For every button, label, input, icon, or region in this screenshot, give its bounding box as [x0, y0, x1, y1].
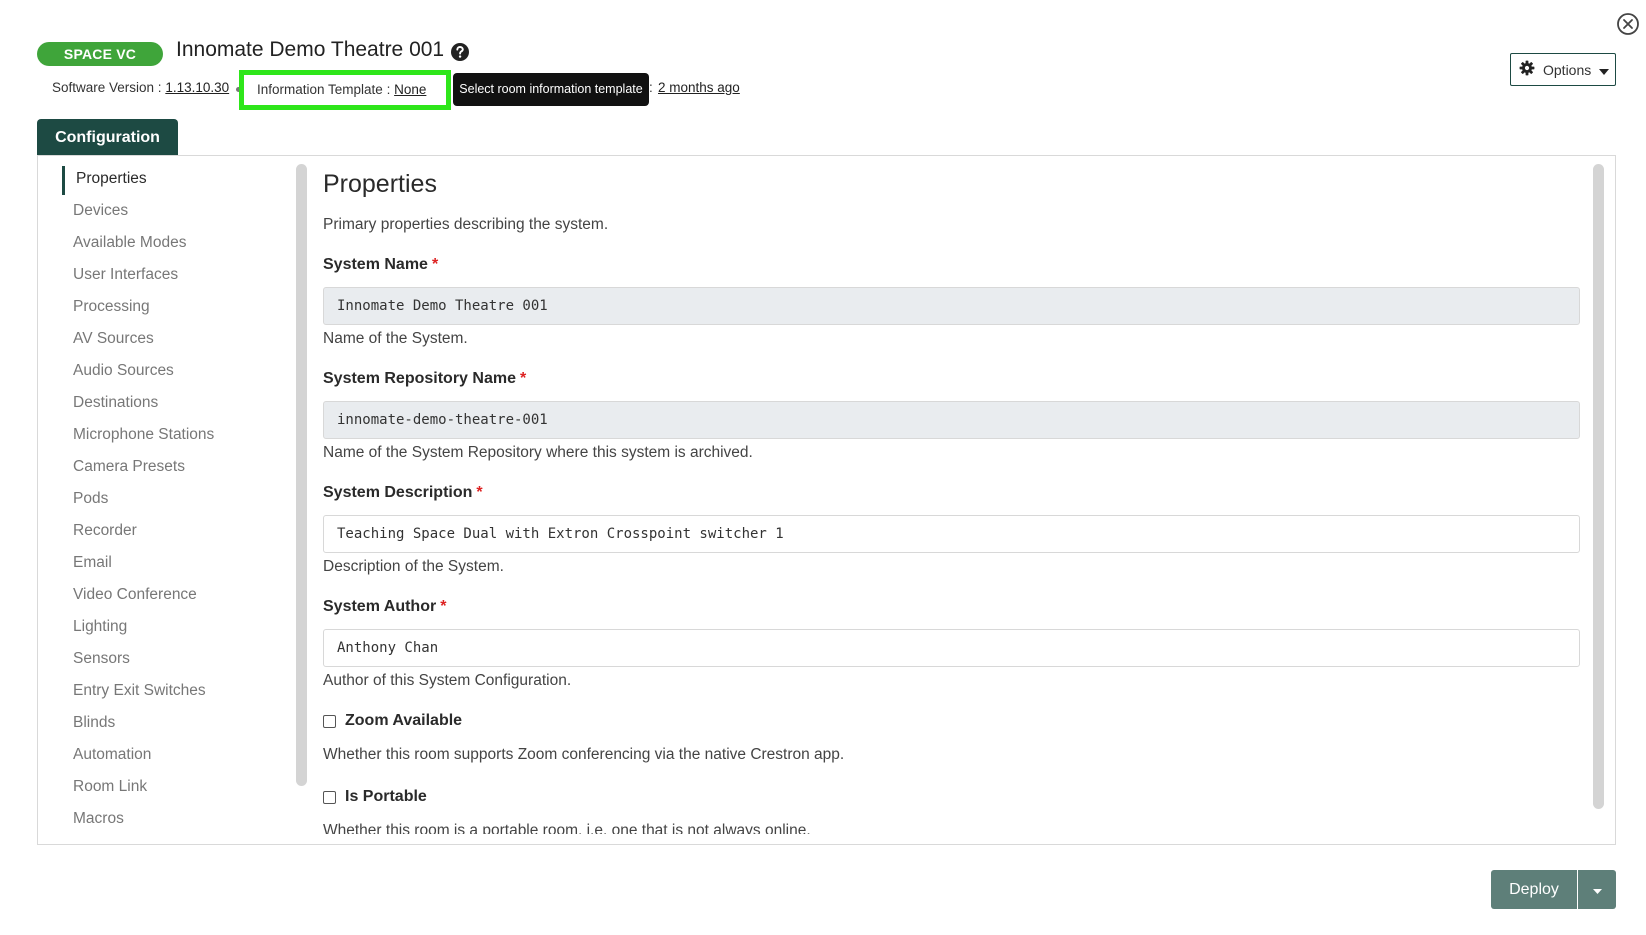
sidebar-item-camera-presets[interactable]: Camera Presets: [73, 458, 185, 476]
system-repository-name-field[interactable]: innomate-demo-theatre-001: [323, 401, 1580, 439]
sidebar-item-microphone-stations[interactable]: Microphone Stations: [73, 426, 214, 444]
tooltip: Select room information template: [453, 73, 649, 106]
system-description-label: System Description *: [323, 484, 483, 501]
info-template-label: Information Template :: [257, 82, 391, 97]
sidebar-item-pods[interactable]: Pods: [73, 490, 108, 508]
sidebar-item-destinations[interactable]: Destinations: [73, 394, 158, 412]
sidebar-item-sensors[interactable]: Sensors: [73, 650, 130, 668]
gear-icon: [1519, 60, 1535, 79]
sidebar-item-lighting[interactable]: Lighting: [73, 618, 127, 636]
zoom-available-row: Zoom Available: [323, 712, 462, 730]
zoom-available-checkbox[interactable]: [323, 714, 336, 728]
system-repository-name-help: Name of the System Repository where this…: [323, 444, 753, 461]
sidebar-item-av-sources[interactable]: AV Sources: [73, 330, 154, 348]
sidebar-item-properties[interactable]: Properties: [76, 170, 147, 188]
zoom-available-help: Whether this room supports Zoom conferen…: [323, 746, 845, 763]
system-type-badge: SPACE VC: [37, 42, 163, 66]
sidebar-item-available-modes[interactable]: Available Modes: [73, 234, 186, 252]
sidebar-item-blinds[interactable]: Blinds: [73, 714, 115, 732]
section-title: Properties: [323, 170, 437, 198]
last-updated-link[interactable]: 2 months ago: [658, 80, 740, 95]
is-portable-help: Whether this room is a portable room, i.…: [323, 822, 811, 834]
sidebar-item-user-interfaces[interactable]: User Interfaces: [73, 266, 178, 284]
sidebar-item-video-conference[interactable]: Video Conference: [73, 586, 197, 604]
help-icon[interactable]: [450, 42, 470, 62]
sidebar-item-processing[interactable]: Processing: [73, 298, 150, 316]
sidebar-item-macros[interactable]: Macros: [73, 810, 124, 828]
system-name-label: System Name *: [323, 256, 439, 273]
caret-down-icon: [1599, 62, 1610, 78]
software-version-label: Software Version :: [52, 80, 162, 95]
info-template-link[interactable]: None: [394, 82, 426, 97]
deploy-dropdown-button[interactable]: [1578, 870, 1616, 909]
software-version-link[interactable]: 1.13.10.30: [165, 80, 229, 95]
close-icon[interactable]: [1616, 12, 1640, 36]
sidebar-item-automation[interactable]: Automation: [73, 746, 151, 764]
information-template: Information Template : None: [239, 70, 451, 110]
system-author-label: System Author *: [323, 598, 447, 615]
system-author-field[interactable]: Anthony Chan: [323, 629, 1580, 667]
system-author-help: Author of this System Configuration.: [323, 672, 572, 689]
system-repository-name-label: System Repository Name *: [323, 370, 527, 387]
section-subtitle: Primary properties describing the system…: [323, 216, 609, 233]
is-portable-row: Is Portable: [323, 788, 427, 806]
zoom-available-label: Zoom Available: [345, 712, 463, 729]
properties-content: Properties Primary properties describing…: [323, 160, 1581, 834]
active-indicator: [62, 166, 65, 195]
sidebar-scrollbar[interactable]: [296, 164, 307, 786]
sidebar-item-recorder[interactable]: Recorder: [73, 522, 137, 540]
software-version: Software Version : 1.13.10.30: [52, 80, 229, 95]
deploy-button-group: Deploy: [1491, 870, 1616, 909]
sidebar-item-email[interactable]: Email: [73, 554, 112, 572]
options-button[interactable]: Options: [1510, 53, 1616, 86]
deploy-button[interactable]: Deploy: [1491, 870, 1577, 909]
caret-down-icon: [1592, 881, 1602, 899]
is-portable-checkbox[interactable]: [323, 790, 336, 804]
page-title: Innomate Demo Theatre 001: [176, 38, 445, 61]
is-portable-label: Is Portable: [345, 788, 427, 805]
options-label: Options: [1543, 61, 1592, 78]
sidebar-item-room-link[interactable]: Room Link: [73, 778, 147, 796]
content-scrollbar[interactable]: [1593, 164, 1604, 809]
sidebar-item-entry-exit-switches[interactable]: Entry Exit Switches: [73, 682, 206, 700]
system-name-field[interactable]: Innomate Demo Theatre 001: [323, 287, 1580, 325]
system-name-help: Name of the System.: [323, 330, 468, 347]
separator: :: [649, 80, 653, 95]
tab-configuration[interactable]: Configuration: [37, 119, 178, 156]
sidebar-item-audio-sources[interactable]: Audio Sources: [73, 362, 174, 380]
system-description-help: Description of the System.: [323, 558, 504, 575]
system-description-field[interactable]: Teaching Space Dual with Extron Crosspoi…: [323, 515, 1580, 553]
sidebar-item-devices[interactable]: Devices: [73, 202, 128, 220]
